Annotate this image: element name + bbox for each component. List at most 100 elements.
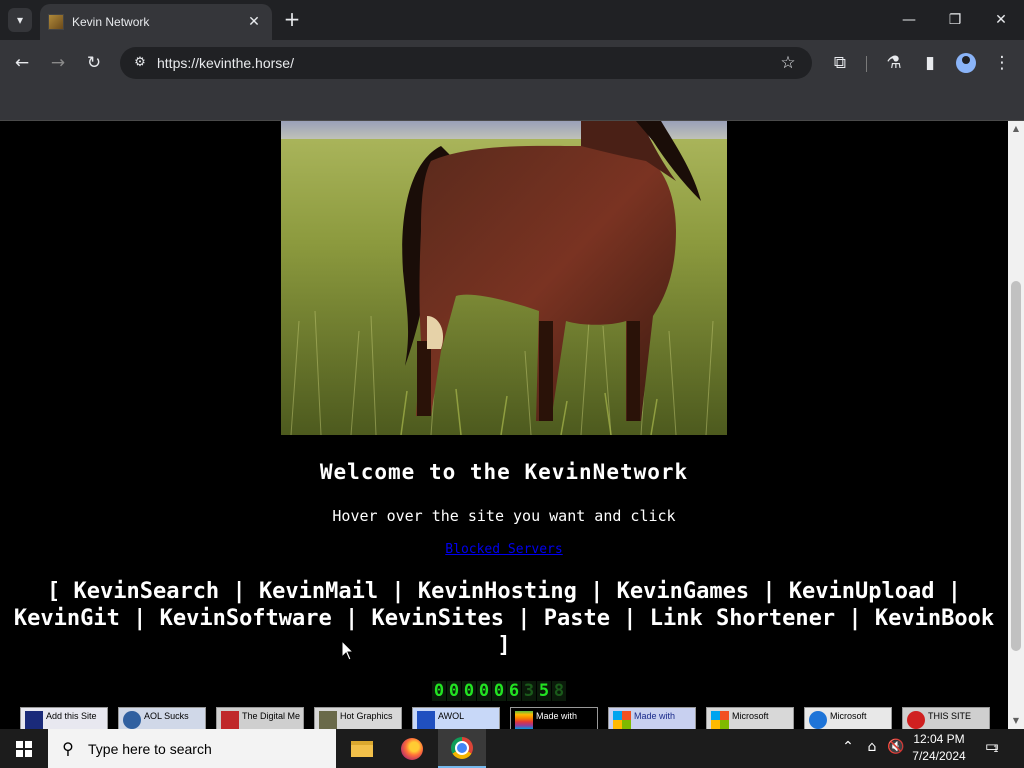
badge-digital-me[interactable]: The Digital Me <box>216 707 304 729</box>
scroll-down-icon[interactable]: ▼ <box>1008 713 1024 729</box>
firefox-button[interactable] <box>388 729 436 768</box>
counter-digit: 3 <box>522 681 536 701</box>
counter-digit: 0 <box>447 681 461 701</box>
bookmarks-bar <box>0 86 1024 121</box>
link-kevinsearch[interactable]: KevinSearch <box>73 579 219 604</box>
link-separator: | <box>391 579 405 604</box>
tab-close-icon[interactable]: ✕ <box>244 14 264 30</box>
file-explorer-button[interactable] <box>338 729 386 768</box>
badge-aol-sucks[interactable]: AOL Sucks Get a Real ISP <box>118 707 206 729</box>
side-panel-icon[interactable]: ▮ <box>918 51 942 75</box>
link-separator: | <box>590 579 604 604</box>
badge-netscape[interactable]: Add this Site to My Netscape <box>20 707 108 729</box>
link-kevinsoftware[interactable]: KevinSoftware <box>160 606 332 631</box>
maximize-button[interactable]: ❐ <box>932 6 978 34</box>
search-icon: ⚲ <box>62 739 74 758</box>
reload-icon[interactable]: ↻ <box>82 51 106 75</box>
counter-digit: 6 <box>507 681 521 701</box>
link-kevingit[interactable]: KevinGit <box>14 606 120 631</box>
firefox-icon <box>401 737 423 760</box>
forward-icon[interactable]: → <box>46 51 70 75</box>
link-separator: | <box>762 579 776 604</box>
badge-internet-explorer[interactable]: Microsoft Internet Explorer <box>804 707 892 729</box>
new-tab-button[interactable]: + <box>281 8 303 32</box>
profile-avatar[interactable] <box>956 53 976 73</box>
tab-kevin-network[interactable]: Kevin Network ✕ <box>40 4 272 40</box>
badge-macintosh[interactable]: Made with Macintosh <box>510 707 598 729</box>
horse-image <box>281 121 727 435</box>
windows-flag-icon <box>613 711 631 729</box>
link-separator: | <box>232 579 246 604</box>
link-kevinmail[interactable]: KevinMail <box>259 579 378 604</box>
toolbar-divider <box>866 56 867 72</box>
link-separator: | <box>345 606 359 631</box>
browser-toolbar: ← → ↻ ⚙ https://kevinthe.horse/ ☆ ⧉ ⚗ ▮ … <box>0 40 1024 86</box>
awol-icon <box>417 711 435 729</box>
labs-flask-icon[interactable]: ⚗ <box>882 51 906 75</box>
counter-digit: 8 <box>552 681 566 701</box>
address-bar[interactable]: ⚙ https://kevinthe.horse/ ☆ <box>120 47 812 79</box>
counter-digit: 0 <box>462 681 476 701</box>
hit-counter: 0 0 0 0 0 6 3 5 8 <box>432 681 567 701</box>
close-window-button[interactable]: ✕ <box>978 6 1024 34</box>
link-kevinbook[interactable]: KevinBook <box>875 606 994 631</box>
tab-title: Kevin Network <box>72 15 150 29</box>
taskbar-search-box[interactable]: ⚲ Type here to search <box>48 729 336 768</box>
badge-hot-graphics[interactable]: Hot Graphics <box>314 707 402 729</box>
badge-no-frames[interactable]: THIS SITE HAS NO <box>902 707 990 729</box>
badge-windows[interactable]: Made with Windows <box>608 707 696 729</box>
retro-badges: Add this Site to My Netscape AOL Sucks G… <box>20 707 990 729</box>
counter-digit: 5 <box>537 681 551 701</box>
link-link-shortener[interactable]: Link Shortener <box>650 606 835 631</box>
link-kevingames[interactable]: KevinGames <box>617 579 749 604</box>
scroll-up-icon[interactable]: ▲ <box>1008 121 1024 137</box>
link-paste[interactable]: Paste <box>544 606 610 631</box>
system-clock[interactable]: 12:04 PM 7/24/2024 <box>900 731 978 765</box>
site-info-icon[interactable]: ⚙ <box>128 51 152 75</box>
link-kevinupload[interactable]: KevinUpload <box>789 579 935 604</box>
menu-kebab-icon[interactable]: ⋮ <box>990 51 1014 75</box>
welcome-heading: Welcome to the KevinNetwork <box>319 460 689 484</box>
instruction-text: Hover over the site you want and click <box>332 507 676 525</box>
badge-ms-office[interactable]: Microsoft Office <box>706 707 794 729</box>
sad-face-icon <box>907 711 925 729</box>
start-button[interactable] <box>0 729 48 768</box>
link-kevinhosting[interactable]: KevinHosting <box>418 579 577 604</box>
badge-text: The Digital Me <box>242 711 301 721</box>
tab-strip: ▾ Kevin Network ✕ + — ❐ ✕ <box>0 0 1024 40</box>
gimp-icon <box>319 711 337 729</box>
tray-chevron-icon[interactable]: ⌃ <box>838 739 858 755</box>
folder-icon <box>351 740 373 757</box>
back-icon[interactable]: ← <box>10 51 34 75</box>
web-page: Welcome to the KevinNetwork Hover over t… <box>0 121 1008 729</box>
extensions-icon[interactable]: ⧉ <box>828 51 852 75</box>
chrome-icon <box>451 736 473 759</box>
clock-time: 12:04 PM <box>913 732 965 746</box>
scroll-thumb[interactable] <box>1011 281 1021 651</box>
network-icon[interactable]: ⌂ <box>862 739 882 755</box>
notification-center-icon[interactable]: ▭ 1 <box>980 737 1004 759</box>
apple-icon <box>515 711 533 729</box>
page-scrollbar[interactable]: ▲ ▼ <box>1008 121 1024 729</box>
counter-digit: 0 <box>432 681 446 701</box>
favicon-icon <box>48 14 64 30</box>
minimize-button[interactable]: — <box>886 6 932 34</box>
link-kevinsites[interactable]: KevinSites <box>372 606 504 631</box>
windows-taskbar: ⚲ Type here to search ⌃ ⌂ 🔇 12:04 PM 7/2… <box>0 729 1024 768</box>
bookmark-star-icon[interactable]: ☆ <box>776 51 800 75</box>
url-text[interactable]: https://kevinthe.horse/ <box>157 55 294 71</box>
counter-digit: 0 <box>477 681 491 701</box>
blocked-servers-link[interactable]: Blocked Servers <box>445 542 562 557</box>
blocked-servers-link-wrap: Blocked Servers <box>0 542 1008 557</box>
chrome-button[interactable] <box>438 729 486 768</box>
badge-awol[interactable]: AWOL Members <box>412 707 500 729</box>
counter-digit: 0 <box>492 681 506 701</box>
notification-count: 1 <box>993 745 999 755</box>
badge-text: Hot Graphics <box>340 711 393 721</box>
link-separator: | <box>947 579 962 604</box>
link-separator: | <box>517 606 531 631</box>
clock-date: 7/24/2024 <box>912 749 966 763</box>
tab-search-icon[interactable]: ▾ <box>8 8 32 32</box>
search-placeholder: Type here to search <box>88 740 212 757</box>
link-separator: | <box>133 606 147 631</box>
